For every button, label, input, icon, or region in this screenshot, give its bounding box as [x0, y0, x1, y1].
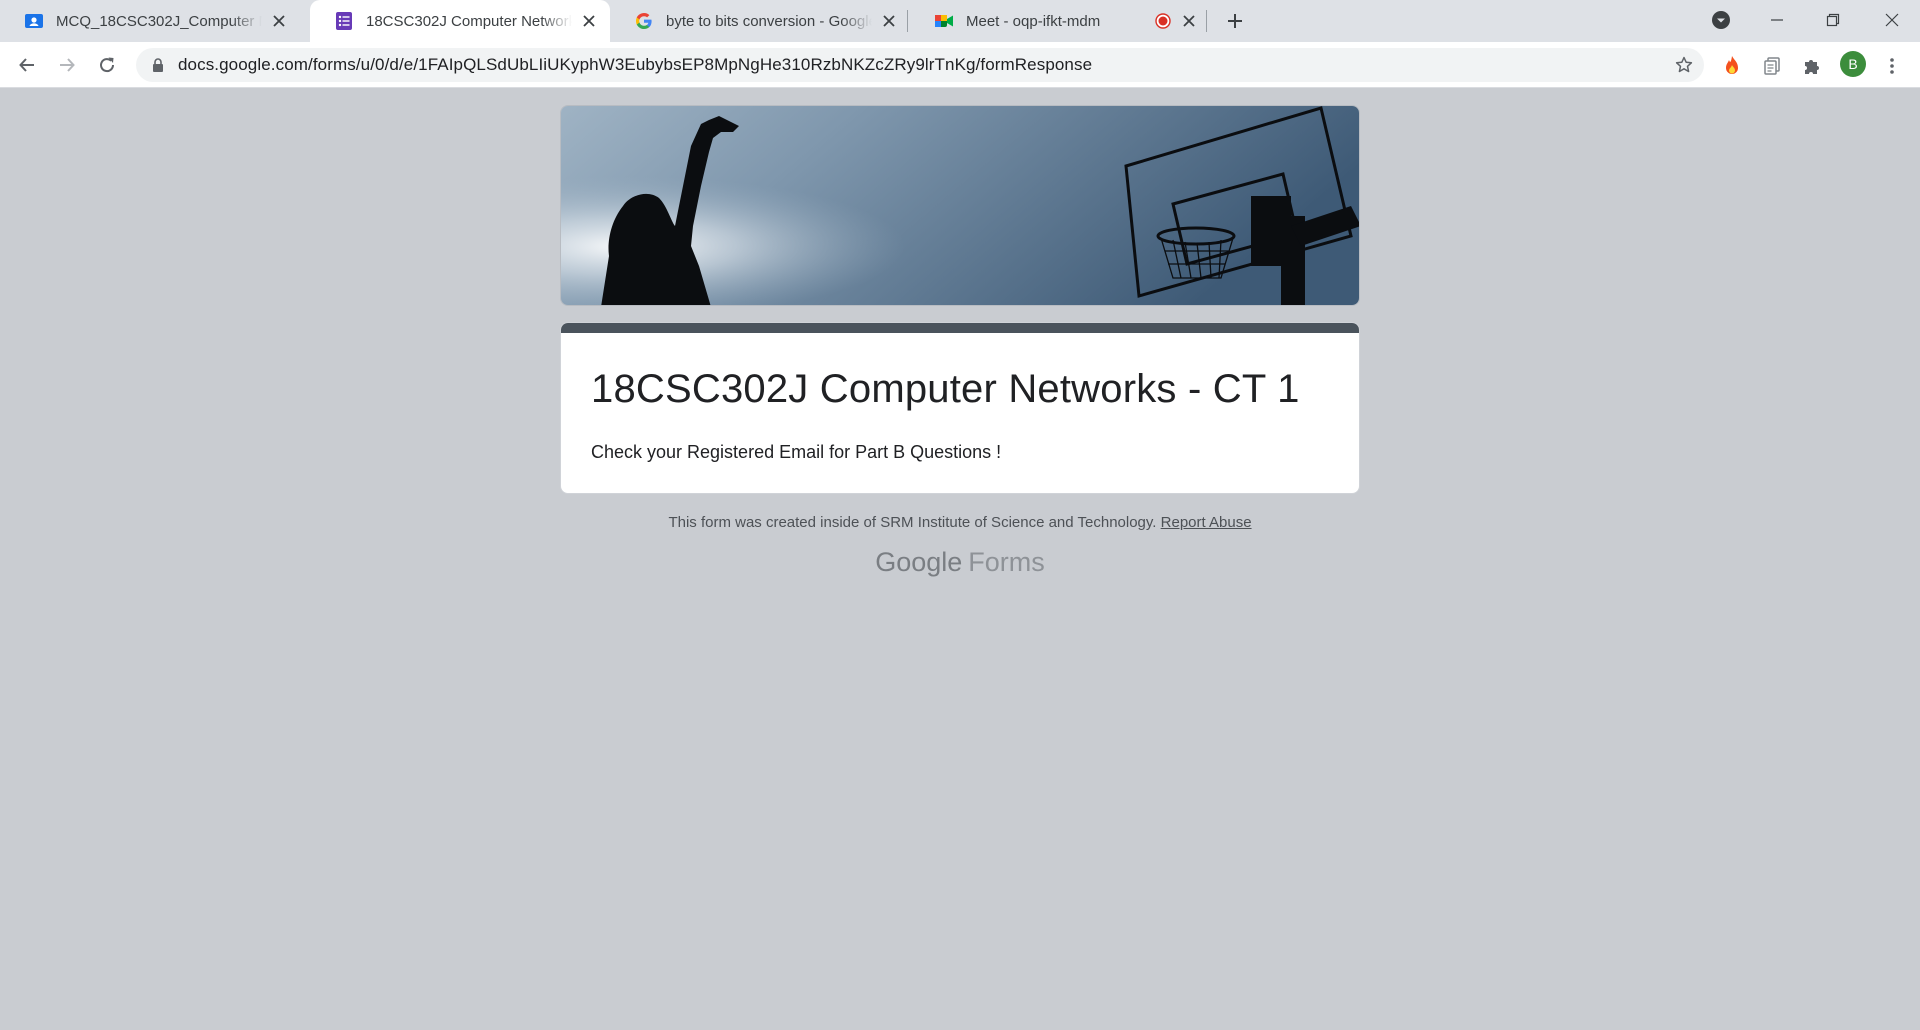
close-tab-icon[interactable]: [270, 12, 288, 30]
google-forms-icon: [334, 11, 354, 31]
url-text[interactable]: docs.google.com/forms/u/0/d/e/1FAIpQLSdU…: [178, 55, 1092, 75]
close-icon: [1885, 13, 1899, 27]
close-tab-icon[interactable]: [1180, 12, 1198, 30]
tab-separator: [1206, 10, 1207, 32]
form-title: 18CSC302J Computer Networks - CT 1: [591, 367, 1300, 411]
tab-forms-active[interactable]: 18CSC302J Computer Networks - CT 1: [310, 0, 610, 42]
profile-avatar[interactable]: B: [1840, 51, 1866, 77]
minimize-icon: [1771, 19, 1783, 21]
tab-title: MCQ_18CSC302J_Computer Networks: [56, 12, 262, 30]
fire-extension-icon[interactable]: [1720, 54, 1744, 78]
back-button[interactable]: [11, 49, 43, 81]
tab-title: 18CSC302J Computer Networks - CT 1: [366, 12, 572, 30]
tab-title: Meet - oqp-ifkt-mdm: [966, 12, 1101, 30]
form-page: 18CSC302J Computer Networks - CT 1 Check…: [0, 89, 1920, 1030]
brand-forms: Forms: [968, 547, 1045, 577]
copy-extension-icon[interactable]: [1760, 54, 1784, 78]
report-abuse-link[interactable]: Report Abuse: [1161, 514, 1252, 531]
google-meet-icon: [934, 11, 954, 31]
kebab-menu-icon[interactable]: [1880, 54, 1904, 78]
minimize-button[interactable]: [1749, 0, 1805, 40]
google-classroom-icon: [24, 11, 44, 31]
address-bar[interactable]: docs.google.com/forms/u/0/d/e/1FAIpQLSdU…: [136, 48, 1704, 82]
arrow-left-icon: [19, 58, 34, 72]
forward-button[interactable]: [51, 49, 83, 81]
form-header-image: [560, 105, 1360, 306]
brand-google: Google: [875, 547, 963, 577]
form-footer: This form was created inside of SRM Inst…: [0, 514, 1920, 531]
google-g-icon: [634, 11, 654, 31]
lock-icon[interactable]: [150, 57, 166, 73]
tab-google-search[interactable]: byte to bits conversion - Google Search: [610, 0, 910, 42]
browser-toolbar: docs.google.com/forms/u/0/d/e/1FAIpQLSdU…: [0, 42, 1920, 88]
reload-button[interactable]: [91, 49, 123, 81]
tab-search-button[interactable]: [1693, 0, 1749, 40]
reload-icon: [100, 57, 115, 73]
tab-meet[interactable]: Meet - oqp-ifkt-mdm: [910, 0, 1210, 42]
tab-strip: MCQ_18CSC302J_Computer Networks 18CSC302…: [0, 0, 1920, 42]
close-tab-icon[interactable]: [580, 12, 598, 30]
tab-title: byte to bits conversion - Google Search: [666, 12, 872, 30]
chevron-down-circle-icon: [1712, 11, 1730, 29]
plus-icon: [1228, 14, 1242, 28]
bookmark-star-icon[interactable]: [1674, 55, 1694, 75]
tab-classroom[interactable]: MCQ_18CSC302J_Computer Networks: [0, 0, 300, 42]
tab-separator: [907, 10, 908, 32]
title-card-accent-bar: [561, 323, 1359, 333]
recording-icon: [1154, 12, 1172, 30]
footer-disclaimer: This form was created inside of SRM Inst…: [668, 514, 1157, 531]
form-description: Check your Registered Email for Part B Q…: [591, 442, 1002, 462]
restore-button[interactable]: [1805, 0, 1861, 40]
form-title-card: 18CSC302J Computer Networks - CT 1 Check…: [560, 322, 1360, 494]
close-window-button[interactable]: [1864, 0, 1920, 40]
arrow-right-icon: [60, 58, 75, 72]
close-tab-icon[interactable]: [880, 12, 898, 30]
puzzle-extensions-icon[interactable]: [1800, 54, 1824, 78]
google-forms-logo[interactable]: Google Forms: [0, 547, 1920, 578]
new-tab-button[interactable]: [1220, 6, 1250, 36]
restore-icon: [1826, 13, 1840, 27]
